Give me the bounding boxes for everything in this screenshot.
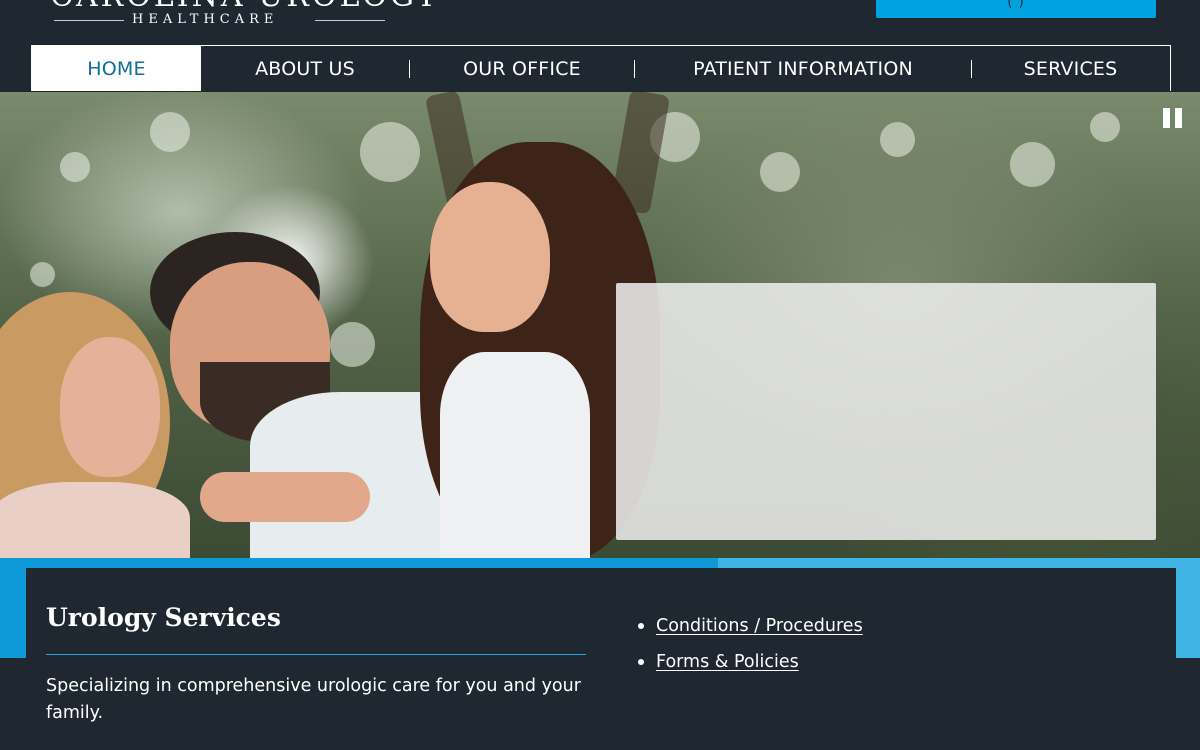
logo-subtitle: HEALTHCARE — [132, 12, 279, 27]
nav-item-patient-information[interactable]: PATIENT INFORMATION — [635, 46, 971, 91]
pause-button[interactable] — [1162, 108, 1184, 130]
bullet-icon — [638, 623, 644, 629]
nav-item-label: HOME — [87, 57, 146, 80]
nav-item-home[interactable]: HOME — [32, 46, 201, 91]
nav-item-label: ABOUT US — [255, 57, 355, 80]
panel-divider — [46, 654, 586, 655]
nav-item-label: PATIENT INFORMATION — [693, 57, 913, 80]
forms-policies-link[interactable]: Forms & Policies — [656, 652, 799, 672]
hero-slideshow — [0, 92, 1200, 562]
nav-item-label: OUR OFFICE — [463, 57, 581, 80]
list-item: Conditions / Procedures — [634, 612, 863, 648]
panel-link-list: Conditions / Procedures Forms & Policies — [634, 612, 863, 684]
main-navigation: HOME ABOUT US OUR OFFICE PATIENT INFORMA… — [31, 45, 1171, 91]
pause-icon — [1163, 108, 1170, 128]
panel-title: Urology Services — [46, 603, 281, 632]
bullet-icon — [638, 659, 644, 665]
phone-button-label: ( ) — [1007, 0, 1025, 10]
list-item: Forms & Policies — [634, 648, 863, 684]
hero-caption-box — [616, 283, 1156, 540]
nav-item-label: SERVICES — [1023, 57, 1118, 80]
logo-divider-left — [54, 20, 124, 21]
logo-name: CAROLINA UROLOGY — [50, 0, 439, 12]
site-logo[interactable]: CAROLINA UROLOGY HEALTHCARE — [50, 0, 436, 32]
logo-divider-right — [315, 20, 385, 21]
phone-button[interactable]: ( ) — [876, 0, 1156, 18]
panel-description: Specializing in comprehensive urologic c… — [46, 676, 581, 723]
nav-item-our-office[interactable]: OUR OFFICE — [410, 46, 634, 91]
nav-item-services[interactable]: SERVICES — [972, 46, 1169, 91]
site-header: CAROLINA UROLOGY HEALTHCARE ( ) HOME ABO… — [0, 0, 1200, 92]
conditions-procedures-link[interactable]: Conditions / Procedures — [656, 616, 863, 636]
nav-item-about-us[interactable]: ABOUT US — [201, 46, 409, 91]
